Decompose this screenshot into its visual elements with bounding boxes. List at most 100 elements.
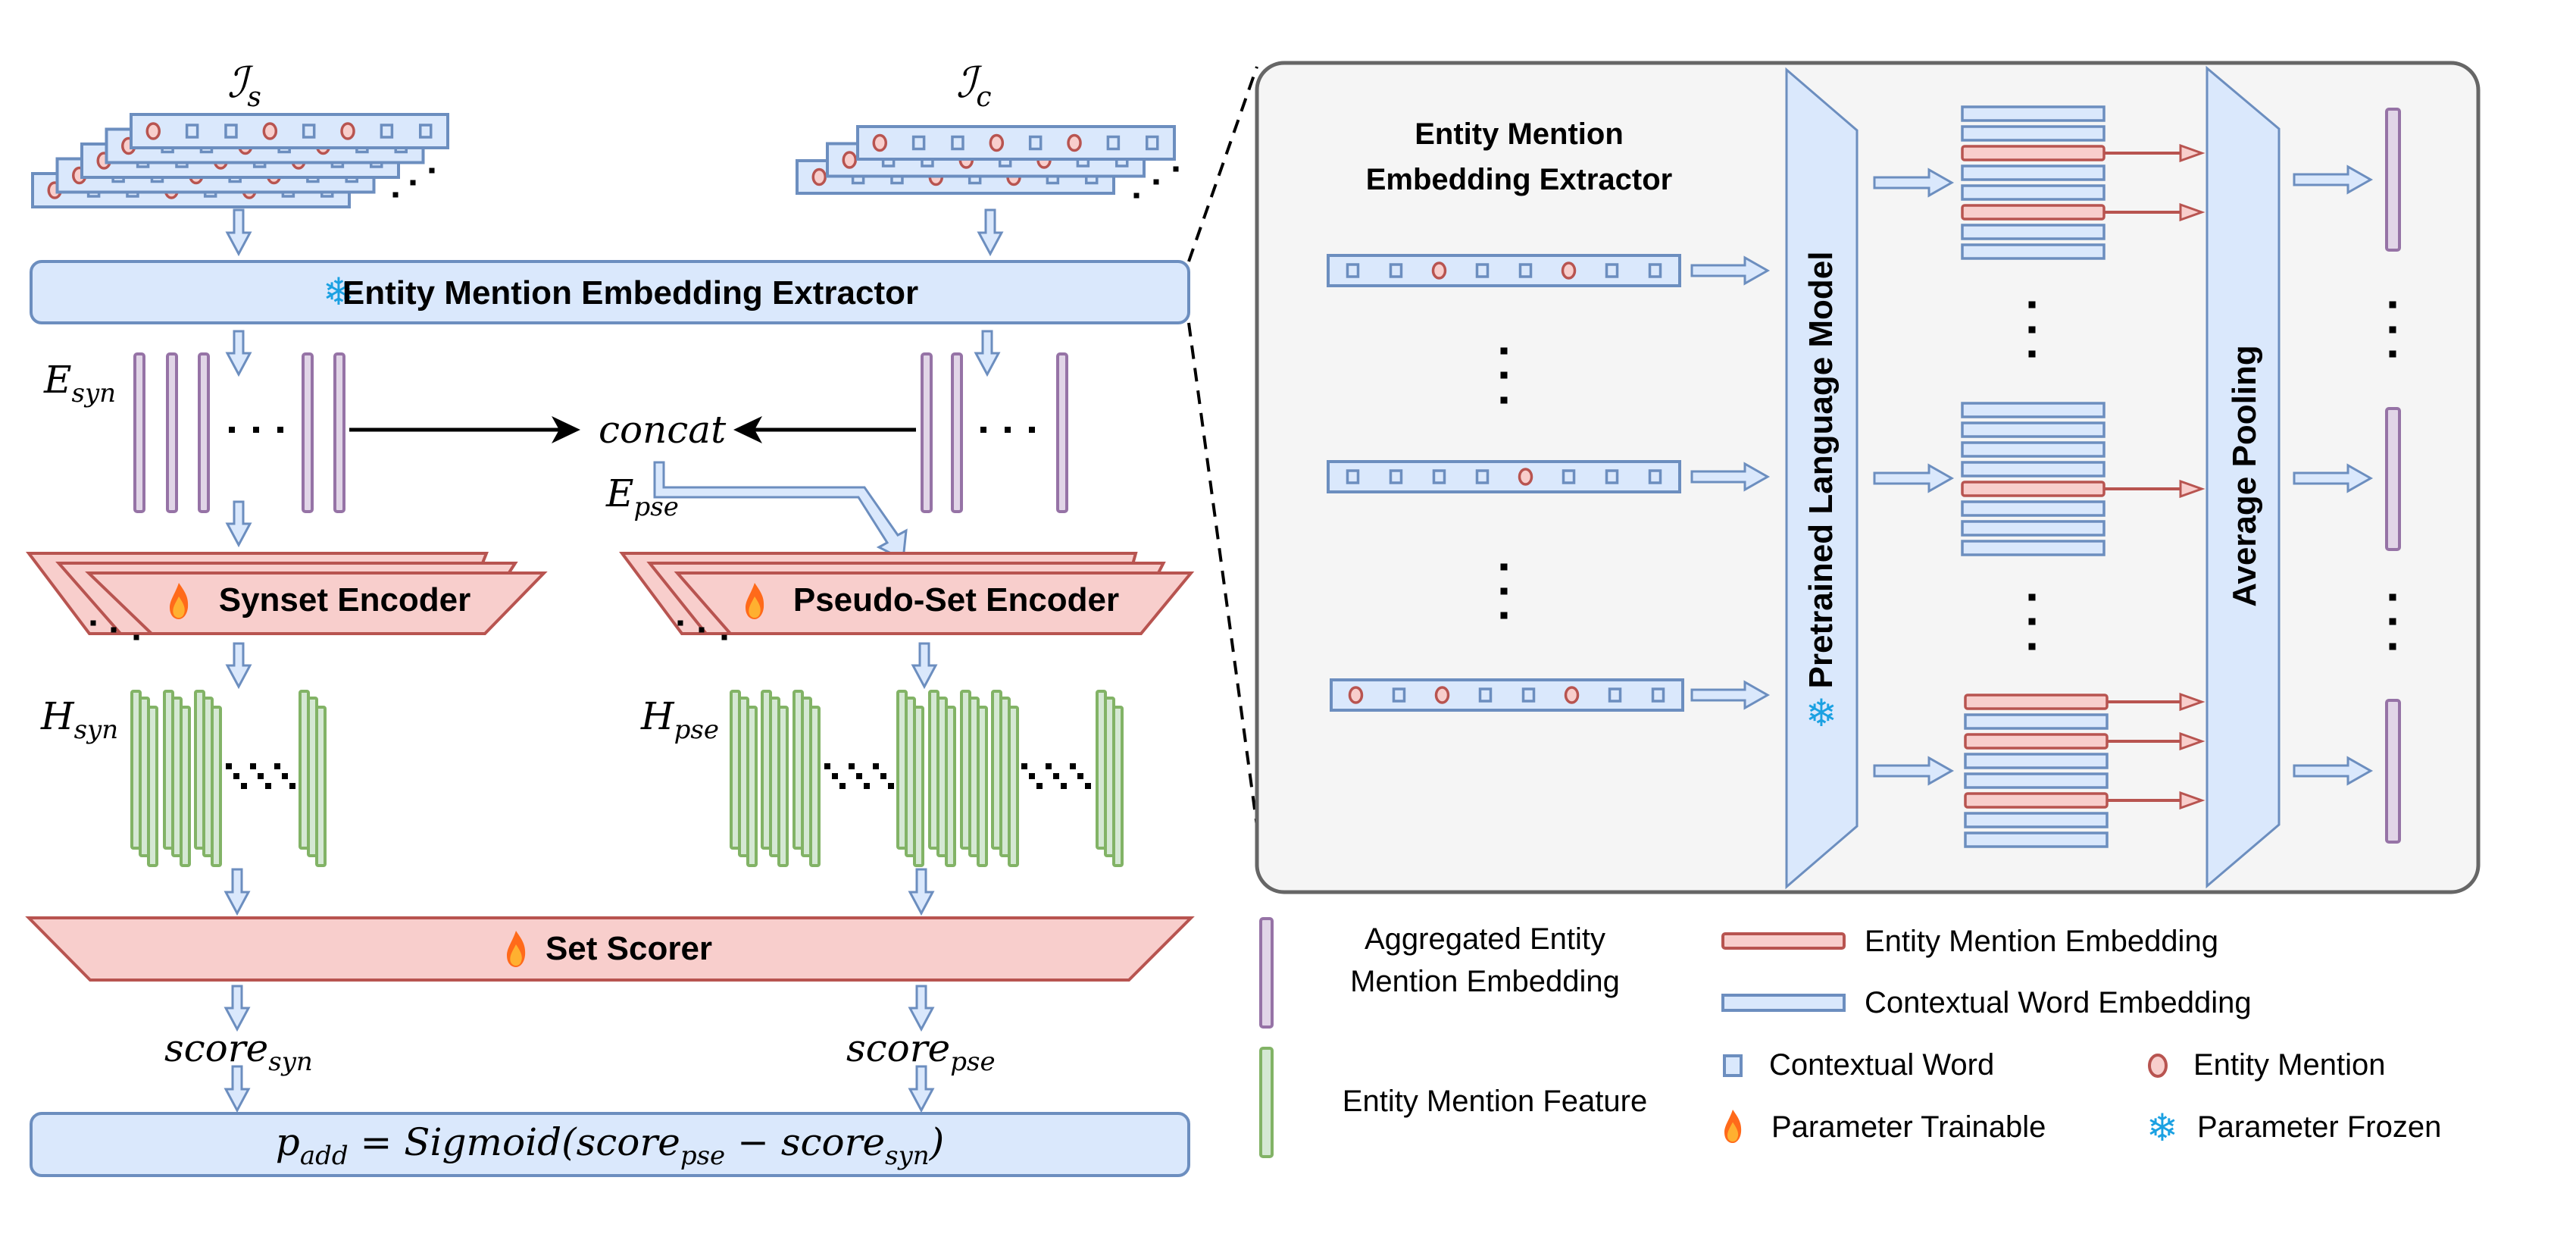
legend-aggregated-line1: Aggregated Entity (1365, 922, 1605, 956)
synset-embedding-bar (302, 352, 314, 513)
ellipsis-dot (2389, 350, 2396, 358)
ellipsis-dot (1133, 193, 1140, 199)
entity-mention-embedding-row (1964, 792, 2109, 809)
contextual-word-embedding-row (1961, 520, 2106, 537)
pseudo-set-feature-bar (746, 706, 758, 867)
ellipsis-dot (233, 773, 239, 779)
contextual-word-token (1475, 263, 1490, 278)
ellipsis-dot (282, 773, 288, 779)
ellipsis-dot (1021, 763, 1027, 769)
ellipsis-dot (824, 763, 830, 769)
concat-label: concat (599, 408, 727, 452)
legend-square-icon (1723, 1054, 1743, 1077)
legend-blue-rect (1721, 994, 1846, 1012)
ellipsis-dot (1153, 179, 1159, 185)
extractor-label: Entity Mention Embedding Extractor (342, 274, 918, 312)
pseudo-set-feature-bar (1008, 706, 1019, 867)
contextual-word-token (1648, 469, 1662, 484)
contextual-word-embedding-row (1961, 461, 2106, 478)
snowflake-icon: ❄ (2146, 1106, 2178, 1150)
legend-feature: Entity Mention Feature (1343, 1085, 1647, 1118)
contextual-word-embedding-row (1961, 224, 2106, 240)
contextual-word-embedding-row (1961, 243, 2106, 260)
entity-mention-embedding-row (1961, 145, 2106, 161)
contextual-word-token (1389, 263, 1403, 278)
contextual-word-token (1432, 469, 1446, 484)
ellipsis-dot (980, 427, 986, 433)
ellipsis-dot (1061, 783, 1067, 789)
contextual-word-token (418, 124, 433, 139)
contextual-word-token (1346, 469, 1360, 484)
synset-feature-bar (147, 706, 158, 867)
down-arrow (225, 642, 252, 690)
pseudo-set-feature-bar (913, 706, 924, 867)
entity-mention-token (842, 151, 858, 169)
entity-mention-token (340, 122, 355, 140)
contextual-word-token (1605, 469, 1619, 484)
pseudo-set-feature-bar (809, 706, 821, 867)
aggregated-embedding-bar (2385, 699, 2401, 844)
contextual-word-token (1346, 263, 1360, 278)
entity-mention-token (1434, 686, 1450, 704)
contextual-word-embedding-row (1961, 421, 2106, 438)
candidate-instance-card (856, 125, 1176, 161)
contextual-word-token (1518, 263, 1533, 278)
contextual-word-token (1651, 687, 1665, 703)
ellipsis-dot (1500, 347, 1508, 355)
down-arrow (224, 985, 251, 1032)
ellipsis-dot (1173, 166, 1179, 172)
architecture-diagram: ❄❄❄ ℐs ℐc Entity Mention Embedding Extra… (25, 58, 2481, 1177)
contextual-word-token (1648, 263, 1662, 278)
h-pse-label: Hpse (640, 694, 719, 745)
ellipsis-dot (2389, 643, 2396, 650)
ellipsis-dot (258, 773, 264, 779)
set-scorer-label: Set Scorer (546, 930, 712, 967)
ellipsis-dot (2389, 301, 2396, 308)
contextual-word-token (1478, 687, 1493, 703)
plm-label: Pretrained Language Model (1802, 252, 1840, 689)
panel-title-line1: Entity Mention (1415, 117, 1624, 151)
contextual-word-token (1389, 469, 1403, 484)
synset-feature-bar (180, 706, 191, 867)
contextual-word-embedding-row (1961, 125, 2106, 142)
ellipsis-dot (429, 168, 435, 174)
ellipsis-dot (2028, 301, 2036, 308)
contextual-word-embedding-row (1961, 500, 2106, 517)
entity-mention-token (989, 133, 1005, 152)
ellipsis-dot (864, 783, 870, 789)
contextual-word-embedding-row (1961, 184, 2106, 201)
ellipsis-dot (1500, 396, 1508, 404)
contextual-word-token (185, 124, 199, 139)
ellipsis-dot (2389, 593, 2396, 601)
contextual-word-token (380, 124, 394, 139)
contextual-word-embedding-row (1964, 831, 2109, 848)
ellipsis-dot (888, 783, 894, 789)
down-arrow (974, 330, 1001, 377)
contextual-word-token (302, 124, 316, 139)
ellipsis-dot (2028, 643, 2036, 650)
down-arrow (224, 1065, 251, 1113)
down-arrow (224, 868, 251, 916)
panel-title-line2: Embedding Extractor (1366, 163, 1673, 196)
ellipsis-dot (2028, 326, 2036, 333)
down-arrow (908, 985, 935, 1032)
input-synset-label: ℐs (227, 58, 261, 113)
h-syn-label: Hsyn (40, 694, 118, 745)
contextual-word-token (1605, 263, 1619, 278)
ellipsis-dot (2389, 618, 2396, 625)
entity-mention-token (872, 133, 888, 152)
sentence-card (1330, 678, 1684, 712)
synset-embedding-bar (133, 352, 145, 513)
down-arrow (225, 208, 252, 257)
entity-mention-token (1518, 468, 1533, 486)
ellipsis-dot (1005, 427, 1011, 433)
contextual-word-token (951, 135, 964, 151)
ellipsis-dot (1085, 783, 1091, 789)
zoom-connector-bottom (1187, 322, 1258, 827)
ellipsis-dot (880, 773, 886, 779)
score-syn-label: scoresyn (164, 1026, 313, 1077)
ellipsis-dot (856, 773, 862, 779)
zoom-connector-top (1187, 66, 1258, 262)
contextual-word-token (1475, 469, 1490, 484)
sentence-card (1327, 460, 1681, 493)
